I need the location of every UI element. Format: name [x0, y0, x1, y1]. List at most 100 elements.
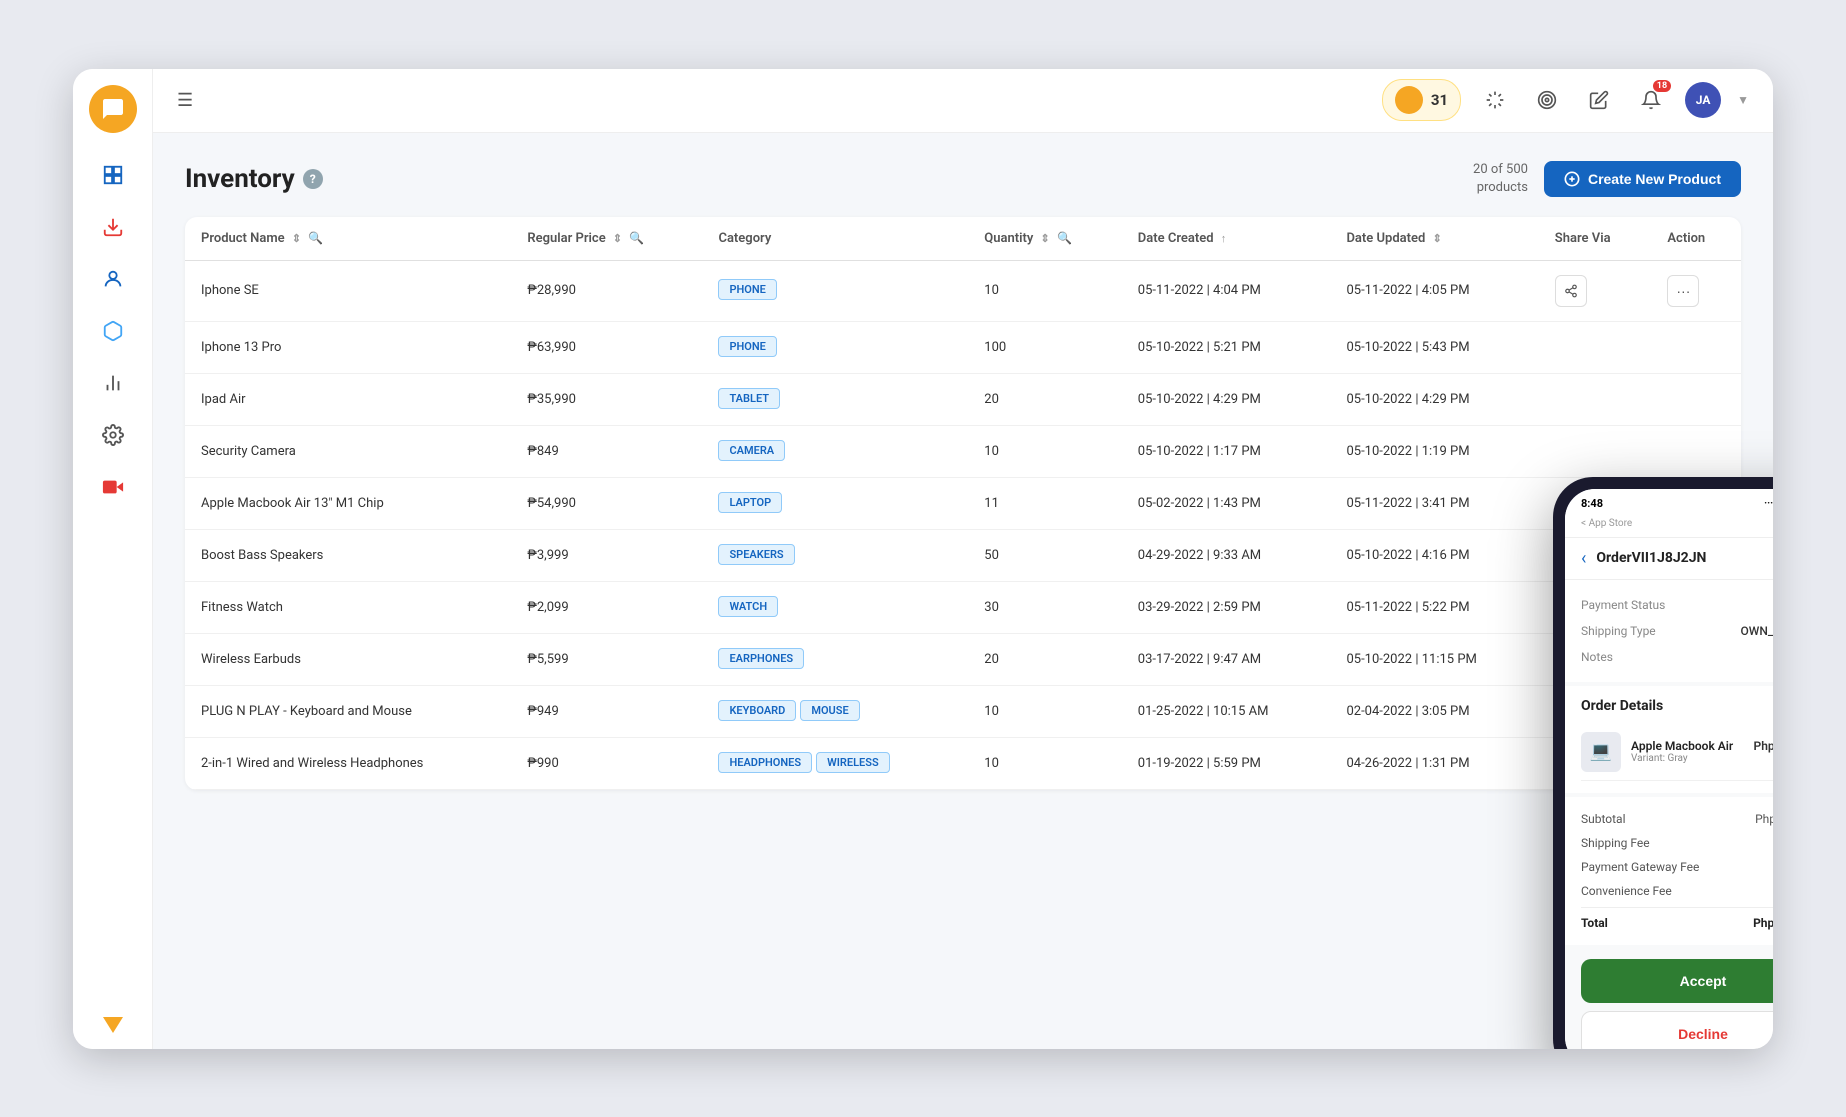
decline-button[interactable]: Decline: [1581, 1011, 1773, 1049]
subtotal-row: Subtotal Php 1,001.00: [1581, 807, 1773, 831]
sidebar-item-settings[interactable]: [91, 413, 135, 457]
cell-category: SPEAKERS: [702, 529, 968, 581]
table-row: Wireless Earbuds₱5,599EARPHONES2003-17-2…: [185, 633, 1741, 685]
sort-name-icon[interactable]: ⇕: [292, 232, 301, 245]
avatar-dropdown-arrow[interactable]: ▼: [1737, 93, 1749, 107]
cell-category: PHONE: [702, 321, 968, 373]
shipping-row: Shipping Fee Php 0.00: [1581, 831, 1773, 855]
accept-button[interactable]: Accept: [1581, 959, 1773, 1003]
sidebar-bottom: [103, 1017, 123, 1033]
category-badge: WATCH: [718, 596, 778, 617]
phone-totals: Subtotal Php 1,001.00 Shipping Fee Php 0…: [1565, 797, 1773, 945]
cell-action: [1651, 425, 1741, 477]
sidebar-item-media[interactable]: [91, 465, 135, 509]
phone-status-bar: 8:48 ···· WiFi ▌▌▌: [1565, 489, 1773, 514]
cell-share-via: [1539, 373, 1652, 425]
phone-app-store-bar[interactable]: < App Store: [1565, 514, 1773, 538]
cell-date-updated: 05-10-2022 | 11:15 PM: [1330, 633, 1538, 685]
product-count: 20 of 500 products: [1473, 161, 1528, 197]
table-header-row: Product Name ⇕ 🔍 Regular Price ⇕ 🔍 Categ…: [185, 217, 1741, 261]
top-header: ☰ 31: [153, 69, 1773, 133]
sort-updated-icon[interactable]: ⇕: [1433, 232, 1442, 245]
search-price-icon[interactable]: 🔍: [629, 231, 644, 245]
category-badge: MOUSE: [800, 700, 859, 721]
cell-date-created: 05-10-2022 | 1:17 PM: [1122, 425, 1331, 477]
category-badge: CAMERA: [718, 440, 785, 461]
notification-icon-btn[interactable]: 18: [1633, 82, 1669, 118]
cell-product-name: PLUG N PLAY - Keyboard and Mouse: [185, 685, 511, 737]
category-badge: PHONE: [718, 279, 776, 300]
phone-product-row: 💻 Apple Macbook Air Variant: Gray Php 1,…: [1581, 724, 1773, 781]
cell-date-updated: 05-11-2022 | 5:22 PM: [1330, 581, 1538, 633]
coin-icon: [1395, 86, 1423, 114]
sidebar-item-package[interactable]: [91, 309, 135, 353]
category-badge: WIRELESS: [816, 752, 890, 773]
cell-action: ···: [1651, 260, 1741, 321]
cell-price: ₱63,990: [511, 321, 702, 373]
cell-date-created: 05-10-2022 | 5:21 PM: [1122, 321, 1331, 373]
create-product-button[interactable]: Create New Product: [1544, 161, 1741, 197]
help-icon[interactable]: ?: [303, 169, 323, 189]
total-row: Total Php 1,001.00: [1581, 907, 1773, 935]
page-header: Inventory ? 20 of 500 products Create Ne…: [185, 161, 1741, 197]
cell-price: ₱849: [511, 425, 702, 477]
inventory-page: Inventory ? 20 of 500 products Create Ne…: [153, 133, 1773, 1049]
cell-share-via: [1539, 260, 1652, 321]
cell-product-name: Apple Macbook Air 13" M1 Chip: [185, 477, 511, 529]
sidebar: [73, 69, 153, 1049]
inventory-table-container: Product Name ⇕ 🔍 Regular Price ⇕ 🔍 Categ…: [185, 217, 1741, 790]
product-price: Php 1,001.00: [1754, 739, 1774, 753]
cell-category: CAMERA: [702, 425, 968, 477]
category-badge: PHONE: [718, 336, 776, 357]
spinner-icon-btn[interactable]: [1477, 82, 1513, 118]
total-label: Total: [1581, 916, 1608, 930]
cell-price: ₱3,999: [511, 529, 702, 581]
phone-back-button[interactable]: ‹: [1581, 548, 1586, 569]
sort-created-icon[interactable]: ↑: [1221, 232, 1227, 245]
phone-order-id: OrderVII1J8J2JN: [1596, 550, 1706, 566]
subtotal-label: Subtotal: [1581, 812, 1626, 826]
coin-value: 31: [1431, 91, 1448, 109]
table-row: PLUG N PLAY - Keyboard and Mouse₱949KEYB…: [185, 685, 1741, 737]
cell-category: PHONE: [702, 260, 968, 321]
app-logo[interactable]: [89, 85, 137, 133]
cell-quantity: 10: [968, 685, 1122, 737]
share-button[interactable]: [1555, 275, 1587, 307]
cell-quantity: 10: [968, 737, 1122, 789]
notification-badge: 18: [1653, 80, 1671, 92]
sidebar-item-grid[interactable]: [91, 153, 135, 197]
coin-balance[interactable]: 31: [1382, 79, 1461, 121]
payment-status-label: Payment Status: [1581, 598, 1665, 612]
sidebar-item-chart[interactable]: [91, 361, 135, 405]
target-icon-btn[interactable]: [1529, 82, 1565, 118]
hamburger-menu[interactable]: ☰: [177, 90, 193, 111]
search-name-icon[interactable]: 🔍: [308, 231, 323, 245]
cell-category: TABLET: [702, 373, 968, 425]
more-actions-button[interactable]: ···: [1667, 275, 1699, 307]
user-avatar[interactable]: JA: [1685, 82, 1721, 118]
cell-date-updated: 05-10-2022 | 4:16 PM: [1330, 529, 1538, 581]
sidebar-bottom-arrow[interactable]: [103, 1017, 123, 1033]
search-qty-icon[interactable]: 🔍: [1057, 231, 1072, 245]
category-badge: LAPTOP: [718, 492, 782, 513]
cell-category: EARPHONES: [702, 633, 968, 685]
convenience-row: Convenience Fee Php 0.00: [1581, 879, 1773, 903]
sort-price-icon[interactable]: ⇕: [613, 232, 622, 245]
sidebar-item-download[interactable]: [91, 205, 135, 249]
shipping-label: Shipping Fee: [1581, 836, 1650, 850]
sidebar-item-users[interactable]: [91, 257, 135, 301]
cell-date-updated: 05-10-2022 | 4:29 PM: [1330, 373, 1538, 425]
cell-action: [1651, 373, 1741, 425]
cell-quantity: 20: [968, 633, 1122, 685]
cell-price: ₱5,599: [511, 633, 702, 685]
sort-qty-icon[interactable]: ⇕: [1041, 232, 1050, 245]
col-product-name: Product Name ⇕ 🔍: [185, 217, 511, 261]
col-quantity: Quantity ⇕ 🔍: [968, 217, 1122, 261]
table-row: Iphone 13 Pro₱63,990PHONE10005-10-2022 |…: [185, 321, 1741, 373]
cell-date-updated: 05-11-2022 | 3:41 PM: [1330, 477, 1538, 529]
order-details-title: Order Details: [1581, 698, 1773, 714]
cell-price: ₱949: [511, 685, 702, 737]
edit-icon-btn[interactable]: [1581, 82, 1617, 118]
subtotal-value: Php 1,001.00: [1755, 812, 1773, 826]
cell-category: LAPTOP: [702, 477, 968, 529]
